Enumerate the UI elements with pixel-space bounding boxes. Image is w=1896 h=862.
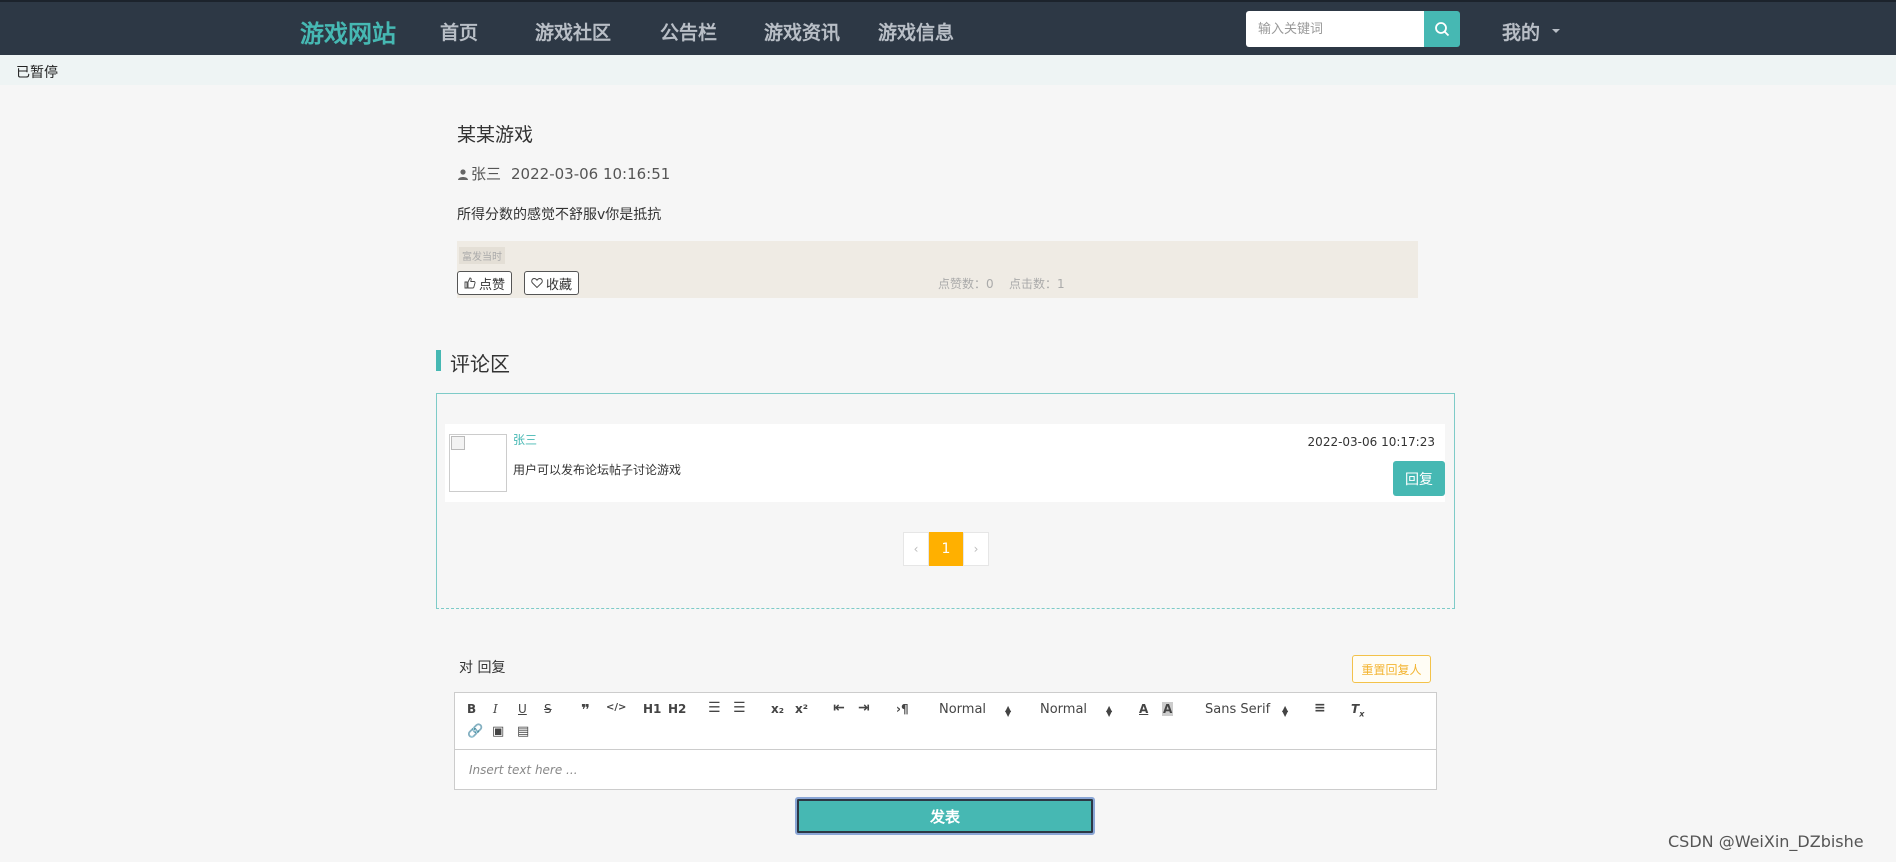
background-color-icon[interactable]: A [1162, 702, 1174, 716]
post-author: 张三 [471, 165, 502, 183]
italic-icon[interactable]: I [493, 702, 498, 716]
page-button-current[interactable]: 1 [929, 532, 963, 566]
rich-text-tag: 富发当时 [459, 247, 505, 264]
header-2-icon[interactable]: H2 [668, 702, 686, 716]
like-count: 点赞数：0 [938, 277, 994, 291]
post-action-panel: 富发当时 点赞 收藏 点赞数：0 点击数：1 [457, 241, 1418, 298]
select-arrows-icon: ▲ ▼ [1106, 704, 1113, 718]
search-button[interactable] [1424, 11, 1460, 47]
favorite-label: 收藏 [546, 277, 573, 293]
bullet-list-icon[interactable]: ☰ [733, 700, 746, 716]
post-content: 所得分数的感觉不舒服v你是抵抗 [457, 207, 662, 223]
ordered-list-icon[interactable]: ☰ [708, 700, 721, 716]
header-select[interactable]: Normal [939, 702, 986, 717]
reply-to-label: 对 回复 [459, 660, 506, 676]
comment-date: 2022-03-06 10:17:23 [1307, 435, 1435, 449]
blockquote-icon[interactable]: ❞ [581, 701, 590, 719]
submit-button[interactable]: 发表 [795, 797, 1095, 835]
user-icon [458, 168, 468, 180]
avatar [449, 434, 507, 492]
post-meta: 张三 2022-03-06 10:16:51 [457, 163, 670, 184]
nav-item-game-info[interactable]: 游戏信息 [878, 18, 954, 45]
search-input[interactable] [1246, 11, 1424, 47]
next-page-button[interactable]: › [963, 532, 989, 566]
post-title: 某某游戏 [457, 124, 534, 146]
rich-text-editor: B I U S ❞ </> H1 H2 ☰ ☰ x₂ x² ⇤ ⇥ ›¶ Nor… [454, 692, 1437, 790]
select-arrows-icon: ▲ ▼ [1282, 704, 1289, 718]
font-select[interactable]: Sans Serif [1205, 702, 1270, 717]
reply-button[interactable]: 回复 [1393, 461, 1445, 496]
editor-input[interactable]: Insert text here ... [469, 763, 578, 777]
clear-format-icon[interactable]: Tx [1351, 702, 1364, 718]
bold-icon[interactable]: B [467, 702, 476, 716]
nav-item-home[interactable]: 首页 [440, 18, 478, 45]
watermark: CSDN @WeiXin_DZbishe [1668, 832, 1864, 851]
nav-item-notice[interactable]: 公告栏 [660, 18, 717, 45]
like-label: 点赞 [479, 277, 506, 293]
text-direction-icon[interactable]: ›¶ [896, 702, 909, 716]
select-arrows-icon: ▲ ▼ [1005, 704, 1012, 718]
image-icon[interactable]: ▣ [492, 724, 504, 739]
post-date: 2022-03-06 10:16:51 [511, 164, 671, 183]
thumbs-up-icon [464, 277, 476, 289]
favorite-button[interactable]: 收藏 [524, 271, 580, 295]
strike-icon[interactable]: S [544, 702, 552, 716]
comment-user[interactable]: 张三 [513, 431, 537, 448]
align-icon[interactable]: ≡ [1314, 700, 1326, 716]
nav-item-community[interactable]: 游戏社区 [535, 18, 611, 45]
heart-icon [531, 278, 543, 289]
comment-box: 张三 用户可以发布论坛帖子讨论游戏 2022-03-06 10:17:23 回复… [436, 393, 1455, 609]
prev-page-button[interactable]: ‹ [903, 532, 929, 566]
underline-icon[interactable]: U [518, 702, 527, 716]
subscript-icon[interactable]: x₂ [771, 702, 784, 716]
comment-heading-accent [436, 350, 441, 371]
top-navbar: 游戏网站 首页 游戏社区 公告栏 游戏资讯 游戏信息 我的 [0, 0, 1896, 55]
outdent-icon[interactable]: ⇤ [833, 700, 845, 716]
search-icon [1435, 22, 1450, 37]
comment-text: 用户可以发布论坛帖子讨论游戏 [513, 463, 682, 477]
size-select[interactable]: Normal [1040, 702, 1087, 717]
like-button[interactable]: 点赞 [457, 271, 513, 295]
header-1-icon[interactable]: H1 [643, 702, 661, 716]
video-icon[interactable]: ▤ [517, 724, 529, 739]
chevron-down-icon[interactable] [1552, 29, 1560, 33]
indent-icon[interactable]: ⇥ [858, 700, 870, 716]
text-color-icon[interactable]: A [1139, 702, 1148, 716]
nav-mine-menu[interactable]: 我的 [1502, 18, 1540, 45]
editor-toolbar: B I U S ❞ </> H1 H2 ☰ ☰ x₂ x² ⇤ ⇥ ›¶ Nor… [455, 693, 1436, 750]
code-block-icon[interactable]: </> [606, 702, 626, 713]
link-icon[interactable]: 🔗 [467, 724, 483, 739]
site-logo[interactable]: 游戏网站 [300, 14, 396, 49]
reset-reply-target-button[interactable]: 重置回复人 [1352, 655, 1431, 683]
sub-bar [0, 55, 1896, 85]
click-count: 点击数：1 [1009, 277, 1065, 291]
comment-item: 张三 用户可以发布论坛帖子讨论游戏 2022-03-06 10:17:23 回复 [445, 424, 1445, 502]
pause-label: 已暂停 [16, 65, 58, 81]
comment-heading: 评论区 [450, 352, 510, 376]
pagination: ‹ 1 › [903, 532, 989, 566]
superscript-icon[interactable]: x² [795, 702, 808, 716]
nav-item-news[interactable]: 游戏资讯 [764, 18, 840, 45]
